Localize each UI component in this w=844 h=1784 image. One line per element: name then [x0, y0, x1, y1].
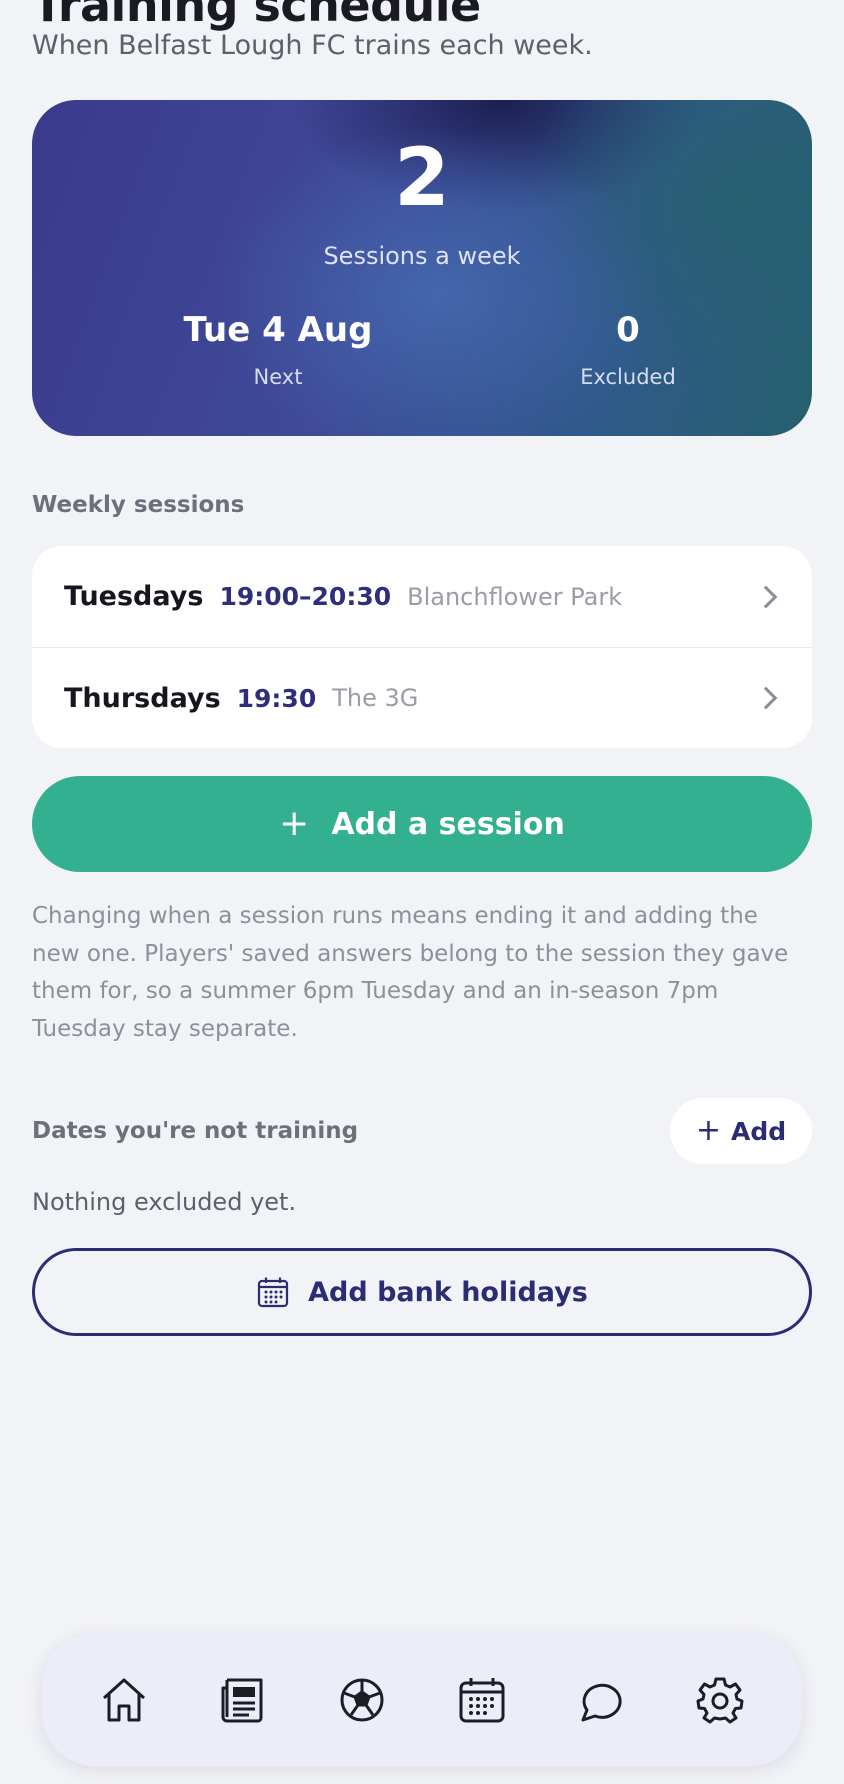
tab-calendar[interactable] [452, 1670, 512, 1730]
settings-icon [696, 1677, 744, 1724]
football-icon [340, 1678, 384, 1722]
add-session-button[interactable]: + Add a session [32, 776, 812, 872]
exclusions-heading: Dates you're not training [32, 1118, 359, 1144]
exclusions-empty-text: Nothing excluded yet. [32, 1188, 297, 1216]
tab-bar [42, 1634, 802, 1766]
calendar-icon [258, 1277, 289, 1308]
add-bank-holidays-button[interactable]: Add bank holidays [32, 1248, 812, 1336]
session-day: Thursdays [64, 682, 221, 714]
session-day: Tuesdays [64, 581, 204, 612]
schedule-change-note: Changing when a session runs means endin… [32, 903, 789, 1042]
add-session-label: Add a session [331, 806, 565, 842]
news-icon [221, 1678, 263, 1723]
calendar-icon [459, 1678, 505, 1723]
session-place: The 3G [332, 684, 419, 712]
plus-icon: + [279, 803, 310, 844]
excluded-value: 0 [616, 310, 640, 350]
next-session-value: Tue 4 Aug [183, 310, 373, 350]
chevron-right-icon [754, 585, 778, 608]
excluded-label: Excluded [580, 365, 676, 390]
plus-icon: + [695, 1113, 721, 1148]
excluded-stat: 0 Excluded [498, 310, 758, 390]
chat-icon [581, 1683, 622, 1722]
sessions-count-label: Sessions a week [323, 242, 521, 270]
session-time: 19:30 [236, 683, 317, 713]
sessions-count: 2 [394, 131, 450, 224]
home-icon [102, 1678, 145, 1722]
tab-news[interactable] [213, 1670, 273, 1730]
add-exclusion-button[interactable]: + Add [670, 1098, 812, 1164]
sessions-list: Tuesdays 19:00–20:30 Blanchflower Park T… [32, 546, 812, 748]
next-session-label: Next [253, 365, 303, 390]
session-row-tuesdays[interactable]: Tuesdays 19:00–20:30 Blanchflower Park [32, 546, 812, 647]
summary-card: 2 Sessions a week Tue 4 Aug Next 0 Exclu… [32, 100, 812, 436]
page-title: Training schedule [32, 0, 481, 32]
session-place: Blanchflower Park [407, 582, 623, 611]
tab-settings[interactable] [690, 1670, 750, 1730]
page-subtitle: When Belfast Lough FC trains each week. [32, 30, 593, 61]
tab-home[interactable] [94, 1670, 154, 1730]
tab-chat[interactable] [571, 1670, 631, 1730]
weekly-sessions-heading: Weekly sessions [32, 492, 245, 518]
add-bank-holidays-label: Add bank holidays [308, 1276, 588, 1308]
session-row-thursdays[interactable]: Thursdays 19:30 The 3G [32, 647, 812, 748]
add-exclusion-label: Add [731, 1116, 787, 1146]
next-session-stat: Tue 4 Aug Next [148, 310, 408, 390]
chevron-right-icon [754, 686, 778, 710]
tab-matches[interactable] [332, 1670, 392, 1730]
session-time: 19:00–20:30 [219, 582, 392, 611]
